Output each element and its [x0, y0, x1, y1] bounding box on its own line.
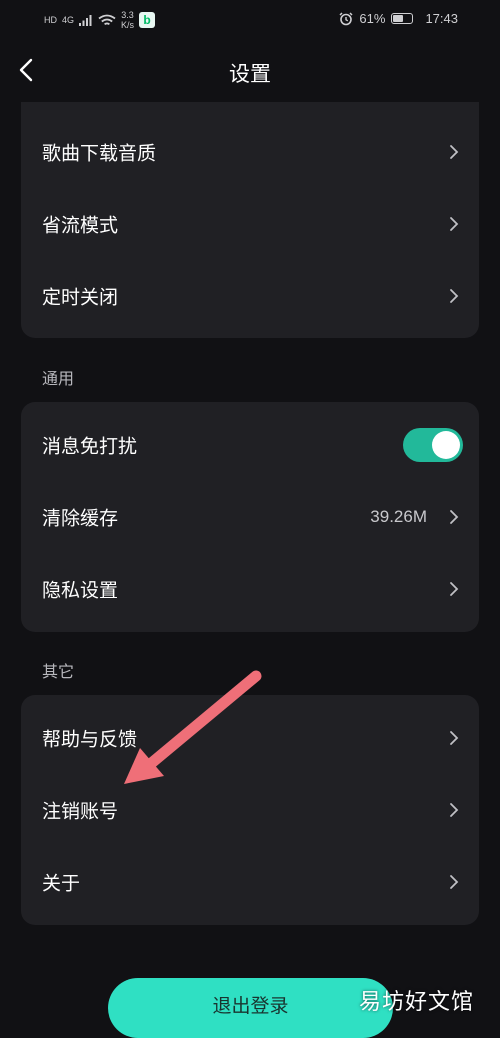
- settings-item-label: 定时关闭: [42, 286, 119, 309]
- battery-icon: [391, 13, 414, 24]
- battery-percent: 61%: [359, 11, 386, 26]
- settings-item-help-feedback[interactable]: 帮助与反馈: [21, 702, 479, 774]
- chevron-right-icon: [450, 875, 459, 889]
- net-speed: 3.3 K/s: [121, 10, 135, 30]
- settings-item-label: 帮助与反馈: [42, 728, 138, 751]
- wifi-icon: [98, 14, 116, 25]
- section-title-other: 其它: [42, 662, 75, 681]
- settings-item-about[interactable]: 关于: [21, 846, 479, 918]
- settings-item-label: 注销账号: [42, 800, 119, 823]
- signal-icon: [79, 15, 92, 26]
- settings-item-download-quality[interactable]: 歌曲下载音质: [21, 116, 479, 188]
- settings-item-label: 歌曲下载音质: [42, 142, 157, 165]
- chevron-right-icon: [450, 145, 459, 159]
- settings-item-label: 省流模式: [42, 214, 119, 237]
- settings-item-delete-account[interactable]: 注销账号: [21, 774, 479, 846]
- section-title-general: 通用: [42, 369, 75, 388]
- settings-item-label: 隐私设置: [42, 579, 119, 602]
- page-title: 设置: [229, 62, 271, 86]
- chevron-right-icon: [450, 731, 459, 745]
- watermark: 易坊好文馆: [358, 990, 474, 1015]
- alarm-icon: [339, 11, 353, 25]
- settings-item-clear-cache[interactable]: 清除缓存 39.26M: [21, 481, 479, 553]
- battery-fill: [393, 15, 404, 22]
- playback-settings-card: 歌曲下载音质 省流模式 定时关闭: [21, 102, 479, 338]
- settings-item-do-not-disturb[interactable]: 消息免打扰: [21, 409, 479, 481]
- status-bar: HD 4G 3.3 K/s b 61% 17:43: [0, 0, 500, 40]
- settings-item-label: 清除缓存: [42, 507, 119, 530]
- network-gen: 4G: [62, 14, 75, 25]
- other-settings-card: 帮助与反馈 注销账号 关于: [21, 695, 479, 925]
- general-settings-card: 消息免打扰 清除缓存 39.26M 隐私设置: [21, 402, 479, 632]
- chevron-right-icon: [450, 289, 459, 303]
- settings-item-label: 关于: [42, 872, 81, 895]
- settings-item-data-saver[interactable]: 省流模式: [21, 188, 479, 260]
- clock: 17:43: [425, 11, 458, 26]
- settings-item-privacy[interactable]: 隐私设置: [21, 553, 479, 625]
- settings-item-sleep-timer[interactable]: 定时关闭: [21, 260, 479, 332]
- chevron-right-icon: [450, 582, 459, 596]
- app-notification-icon: b: [139, 12, 156, 28]
- top-bar: 设置: [0, 40, 500, 102]
- settings-item-label: 消息免打扰: [42, 435, 138, 458]
- toggle-knob: [432, 431, 460, 459]
- chevron-right-icon: [450, 217, 459, 231]
- do-not-disturb-toggle[interactable]: [403, 428, 463, 462]
- logout-button[interactable]: 退出登录: [108, 978, 393, 1038]
- cache-size-value: 39.26M: [370, 507, 427, 526]
- chevron-right-icon: [450, 510, 459, 524]
- hd-indicator: HD: [44, 14, 57, 25]
- chevron-right-icon: [450, 803, 459, 817]
